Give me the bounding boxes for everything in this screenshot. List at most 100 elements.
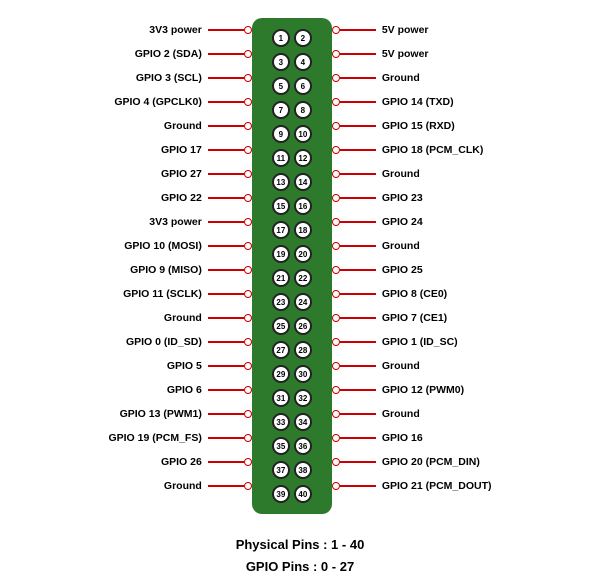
pin-number: 30 — [294, 365, 312, 383]
pin-line — [340, 485, 376, 487]
right-pin-label: Ground — [382, 360, 420, 372]
left-pin-row: 3V3 power — [149, 210, 252, 234]
pin-line — [340, 173, 376, 175]
left-pin-label: GPIO 17 — [161, 144, 202, 156]
pin-number: 35 — [272, 437, 290, 455]
gpio-connector: 1234567891011121314151617181920212223242… — [252, 18, 332, 514]
pin-line — [340, 365, 376, 367]
left-pin-label: GPIO 3 (SCL) — [136, 72, 202, 84]
right-pin-label: 5V power — [382, 48, 429, 60]
pin-line — [208, 317, 244, 319]
pin-number: 13 — [272, 173, 290, 191]
right-pin-label: GPIO 7 (CE1) — [382, 312, 447, 324]
pin-number: 16 — [294, 197, 312, 215]
right-pin-row: Ground — [332, 66, 420, 90]
right-pin-row: Ground — [332, 234, 420, 258]
pin-dot — [332, 386, 340, 394]
pin-dot — [332, 266, 340, 274]
right-pin-row: GPIO 20 (PCM_DIN) — [332, 450, 480, 474]
pin-pair: 3132 — [272, 386, 312, 410]
pin-dot — [332, 26, 340, 34]
pin-line — [340, 29, 376, 31]
left-pin-row: Ground — [164, 474, 252, 498]
pin-dot — [244, 386, 252, 394]
pin-dot — [244, 458, 252, 466]
right-pin-label: GPIO 16 — [382, 432, 423, 444]
pin-line — [340, 341, 376, 343]
left-pin-row: GPIO 26 — [161, 450, 252, 474]
pin-pair: 3536 — [272, 434, 312, 458]
left-pin-label: GPIO 6 — [167, 384, 202, 396]
pin-line — [340, 293, 376, 295]
pin-line — [208, 269, 244, 271]
pin-number: 8 — [294, 101, 312, 119]
pin-dot — [244, 410, 252, 418]
pin-dot — [332, 410, 340, 418]
right-pin-row: GPIO 18 (PCM_CLK) — [332, 138, 484, 162]
pin-dot — [332, 482, 340, 490]
left-pin-row: GPIO 19 (PCM_FS) — [108, 426, 251, 450]
pin-dot — [332, 194, 340, 202]
pin-line — [208, 437, 244, 439]
left-pin-row: Ground — [164, 114, 252, 138]
right-pin-row: GPIO 25 — [332, 258, 423, 282]
right-pin-row: GPIO 8 (CE0) — [332, 282, 447, 306]
pin-dot — [244, 242, 252, 250]
pin-dot — [244, 218, 252, 226]
left-pin-row: GPIO 10 (MOSI) — [124, 234, 252, 258]
pin-line — [208, 221, 244, 223]
pin-dot — [244, 434, 252, 442]
left-pin-row: GPIO 5 — [167, 354, 252, 378]
pin-number: 2 — [294, 29, 312, 47]
pin-number: 14 — [294, 173, 312, 191]
pin-number: 23 — [272, 293, 290, 311]
pin-line — [340, 317, 376, 319]
pin-line — [340, 269, 376, 271]
pin-number: 32 — [294, 389, 312, 407]
pin-number: 19 — [272, 245, 290, 263]
right-pin-label: Ground — [382, 408, 420, 420]
left-pin-row: GPIO 22 — [161, 186, 252, 210]
pin-line — [340, 413, 376, 415]
left-pin-label: GPIO 22 — [161, 192, 202, 204]
physical-pins-label: Physical Pins : 1 - 40 — [236, 534, 365, 556]
pin-line — [208, 29, 244, 31]
left-pin-label: GPIO 27 — [161, 168, 202, 180]
pin-number: 20 — [294, 245, 312, 263]
left-pin-label: GPIO 0 (ID_SD) — [126, 336, 202, 348]
pin-dot — [244, 122, 252, 130]
pin-dot — [332, 122, 340, 130]
left-pin-label: GPIO 5 — [167, 360, 202, 372]
right-pin-label: Ground — [382, 72, 420, 84]
footer-info: Physical Pins : 1 - 40 GPIO Pins : 0 - 2… — [236, 534, 365, 578]
pin-pair: 2728 — [272, 338, 312, 362]
pin-line — [208, 365, 244, 367]
pin-line — [340, 221, 376, 223]
pin-number: 33 — [272, 413, 290, 431]
pin-dot — [332, 50, 340, 58]
pin-dot — [244, 362, 252, 370]
pin-pair: 34 — [272, 50, 312, 74]
pin-dot — [332, 338, 340, 346]
right-pin-row: Ground — [332, 402, 420, 426]
right-pin-row: GPIO 7 (CE1) — [332, 306, 447, 330]
pin-pair: 1112 — [272, 146, 312, 170]
left-pin-label: GPIO 9 (MISO) — [130, 264, 202, 276]
left-pin-label: Ground — [164, 312, 202, 324]
left-pin-label: GPIO 11 (SCLK) — [123, 288, 202, 300]
right-pin-row: GPIO 16 — [332, 426, 423, 450]
pin-line — [208, 77, 244, 79]
pin-number: 1 — [272, 29, 290, 47]
pin-pair: 1718 — [272, 218, 312, 242]
right-pin-row: Ground — [332, 162, 420, 186]
left-pin-label: GPIO 19 (PCM_FS) — [108, 432, 201, 444]
left-pin-label: GPIO 2 (SDA) — [135, 48, 202, 60]
pin-number: 26 — [294, 317, 312, 335]
right-pin-label: GPIO 14 (TXD) — [382, 96, 454, 108]
right-pin-row: 5V power — [332, 42, 429, 66]
pin-pair: 3334 — [272, 410, 312, 434]
right-pin-row: GPIO 15 (RXD) — [332, 114, 455, 138]
right-pin-label: GPIO 21 (PCM_DOUT) — [382, 480, 492, 492]
right-pin-label: GPIO 24 — [382, 216, 423, 228]
right-pin-label: GPIO 15 (RXD) — [382, 120, 455, 132]
